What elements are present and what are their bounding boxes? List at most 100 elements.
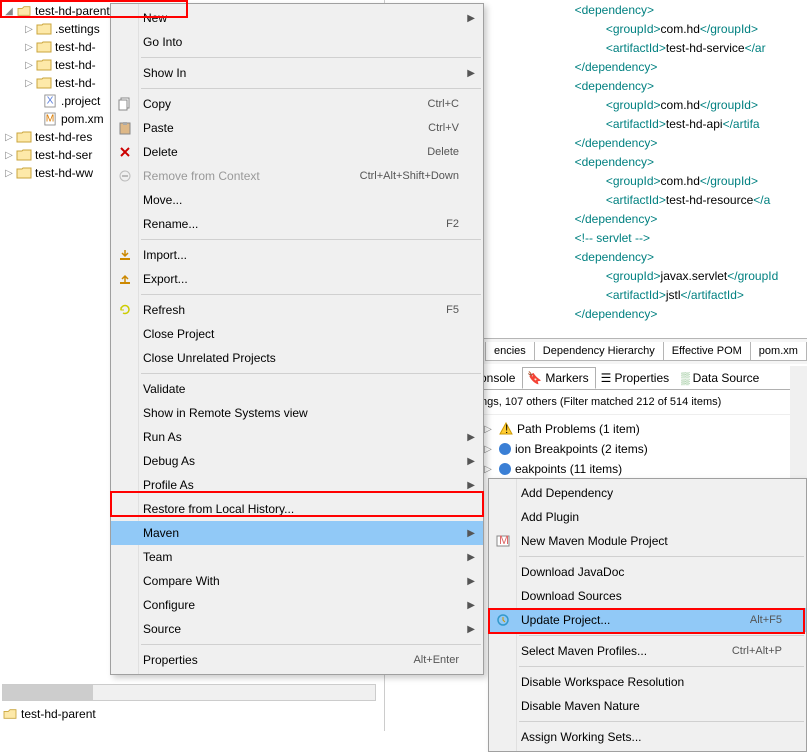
project-open-icon [16, 3, 32, 19]
menu-item[interactable]: Export... [111, 267, 483, 291]
explorer-hscroll[interactable] [2, 684, 376, 701]
tree-item-label: test-hd-ser [35, 148, 92, 162]
menu-item[interactable]: Download JavaDoc [489, 560, 806, 584]
menu-item[interactable]: Download Sources [489, 584, 806, 608]
tree-item-label: test-hd-ww [35, 166, 93, 180]
menu-item-label: Show In [143, 66, 459, 80]
menu-item[interactable]: Restore from Local History... [111, 497, 483, 521]
editor-tab[interactable]: Effective POM [663, 342, 751, 361]
menu-item[interactable]: Close Project [111, 322, 483, 346]
breadcrumb-label: test-hd-parent [21, 707, 96, 721]
breakpoint-icon [499, 463, 511, 475]
menu-item[interactable]: Disable Workspace Resolution [489, 670, 806, 694]
menu-item-label: Show in Remote Systems view [143, 406, 459, 420]
menu-item-label: Import... [143, 248, 459, 262]
svg-text:X: X [47, 96, 54, 107]
menu-item-accel: Ctrl+V [428, 122, 459, 134]
menu-item[interactable]: Run As▶ [111, 425, 483, 449]
submenu-arrow-icon: ▶ [467, 432, 475, 443]
menu-item-label: Source [143, 622, 459, 636]
editor-tab[interactable]: Dependency Hierarchy [534, 342, 664, 361]
menu-item-accel: F2 [446, 218, 459, 230]
tree-item-label: test-hd- [55, 58, 96, 72]
menu-item-label: New Maven Module Project [521, 534, 782, 548]
menu-item[interactable]: Show In▶ [111, 61, 483, 85]
menu-item[interactable]: Show in Remote Systems view [111, 401, 483, 425]
menu-item[interactable]: Add Dependency [489, 481, 806, 505]
menu-item[interactable]: MNew Maven Module Project [489, 529, 806, 553]
menu-item-label: Refresh [143, 303, 446, 317]
panel-tab-datasource[interactable]: ▒ Data Source [676, 367, 766, 389]
menu-item-label: Disable Maven Nature [521, 699, 782, 713]
menu-item-accel: Ctrl+C [428, 98, 459, 110]
menu-item[interactable]: Profile As▶ [111, 473, 483, 497]
menu-item[interactable]: Assign Working Sets... [489, 725, 806, 749]
panel-item[interactable]: ▷!Path Problems (1 item) [475, 419, 807, 439]
menu-item[interactable]: Remove from ContextCtrl+Alt+Shift+Down [111, 164, 483, 188]
warning-icon: ! [499, 422, 513, 436]
update-icon [495, 612, 511, 628]
menu-item[interactable]: New ▶ [111, 6, 483, 30]
menu-item-label: Disable Workspace Resolution [521, 675, 782, 689]
markers-icon: 🔖 [527, 371, 542, 385]
menu-item[interactable]: Team▶ [111, 545, 483, 569]
menu-item-label: Restore from Local History... [143, 502, 459, 516]
menu-item[interactable]: PasteCtrl+V [111, 116, 483, 140]
breadcrumb[interactable]: test-hd-parent [2, 705, 96, 723]
remove-icon [117, 168, 133, 184]
tree-item-label: test-hd-res [35, 130, 92, 144]
menu-item-label: Rename... [143, 217, 446, 231]
menu-item[interactable]: Move... [111, 188, 483, 212]
maven-file-icon: M [42, 111, 58, 127]
tree-item-label: pom.xm [61, 112, 104, 126]
panel-tab-properties[interactable]: ☰ Properties [596, 367, 676, 389]
menu-item-label: Team [143, 550, 459, 564]
menu-item[interactable]: Source▶ [111, 617, 483, 641]
panel-tab-markers[interactable]: 🔖 Markers [522, 367, 595, 389]
menu-item-label: Delete [143, 145, 427, 159]
menu-item-label: Download JavaDoc [521, 565, 782, 579]
menu-item-label: Select Maven Profiles... [521, 644, 732, 658]
menu-item[interactable]: Close Unrelated Projects [111, 346, 483, 370]
menu-item-accel: Alt+Enter [413, 654, 459, 666]
menu-item[interactable]: Go Into [111, 30, 483, 54]
submenu-arrow-icon: ▶ [467, 480, 475, 491]
menu-item[interactable]: Debug As▶ [111, 449, 483, 473]
menu-item[interactable]: Update Project...Alt+F5 [489, 608, 806, 632]
submenu-arrow-icon: ▶ [467, 528, 475, 539]
menu-item-label: Assign Working Sets... [521, 730, 782, 744]
refresh-icon [117, 302, 133, 318]
import-icon [117, 247, 133, 263]
panel-item[interactable]: ▷ion Breakpoints (2 items) [475, 439, 807, 459]
folder-icon [36, 75, 52, 91]
panel-item[interactable]: ▷eakpoints (11 items) [475, 459, 807, 479]
submenu-arrow-icon: ▶ [467, 576, 475, 587]
menu-item-accel: F5 [446, 304, 459, 316]
menu-item-label: Move... [143, 193, 459, 207]
menu-item[interactable]: DeleteDelete [111, 140, 483, 164]
menu-item-label: New [143, 11, 459, 25]
menu-item-label: Close Project [143, 327, 459, 341]
menu-item[interactable]: Disable Maven Nature [489, 694, 806, 718]
editor-tab[interactable]: pom.xm [750, 342, 807, 361]
menu-item[interactable]: Maven▶ [111, 521, 483, 545]
submenu-arrow-icon: ▶ [467, 13, 475, 24]
menu-item[interactable]: Import... [111, 243, 483, 267]
project-open-icon [2, 706, 18, 722]
menu-item[interactable]: Select Maven Profiles...Ctrl+Alt+P [489, 639, 806, 663]
menu-item[interactable]: Add Plugin [489, 505, 806, 529]
menu-item[interactable]: Validate [111, 377, 483, 401]
project-icon [16, 129, 32, 145]
maven-submenu: Add Dependency Add Plugin MNew Maven Modul… [488, 478, 807, 752]
menu-item[interactable]: CopyCtrl+C [111, 92, 483, 116]
editor-tab[interactable]: encies [485, 342, 535, 361]
menu-item[interactable]: PropertiesAlt+Enter [111, 648, 483, 672]
breakpoint-icon [499, 443, 511, 455]
menu-item[interactable]: RefreshF5 [111, 298, 483, 322]
menu-item-label: Export... [143, 272, 459, 286]
folder-icon [36, 21, 52, 37]
menu-item-label: Add Plugin [521, 510, 782, 524]
menu-item[interactable]: Rename...F2 [111, 212, 483, 236]
menu-item[interactable]: Compare With▶ [111, 569, 483, 593]
menu-item[interactable]: Configure▶ [111, 593, 483, 617]
